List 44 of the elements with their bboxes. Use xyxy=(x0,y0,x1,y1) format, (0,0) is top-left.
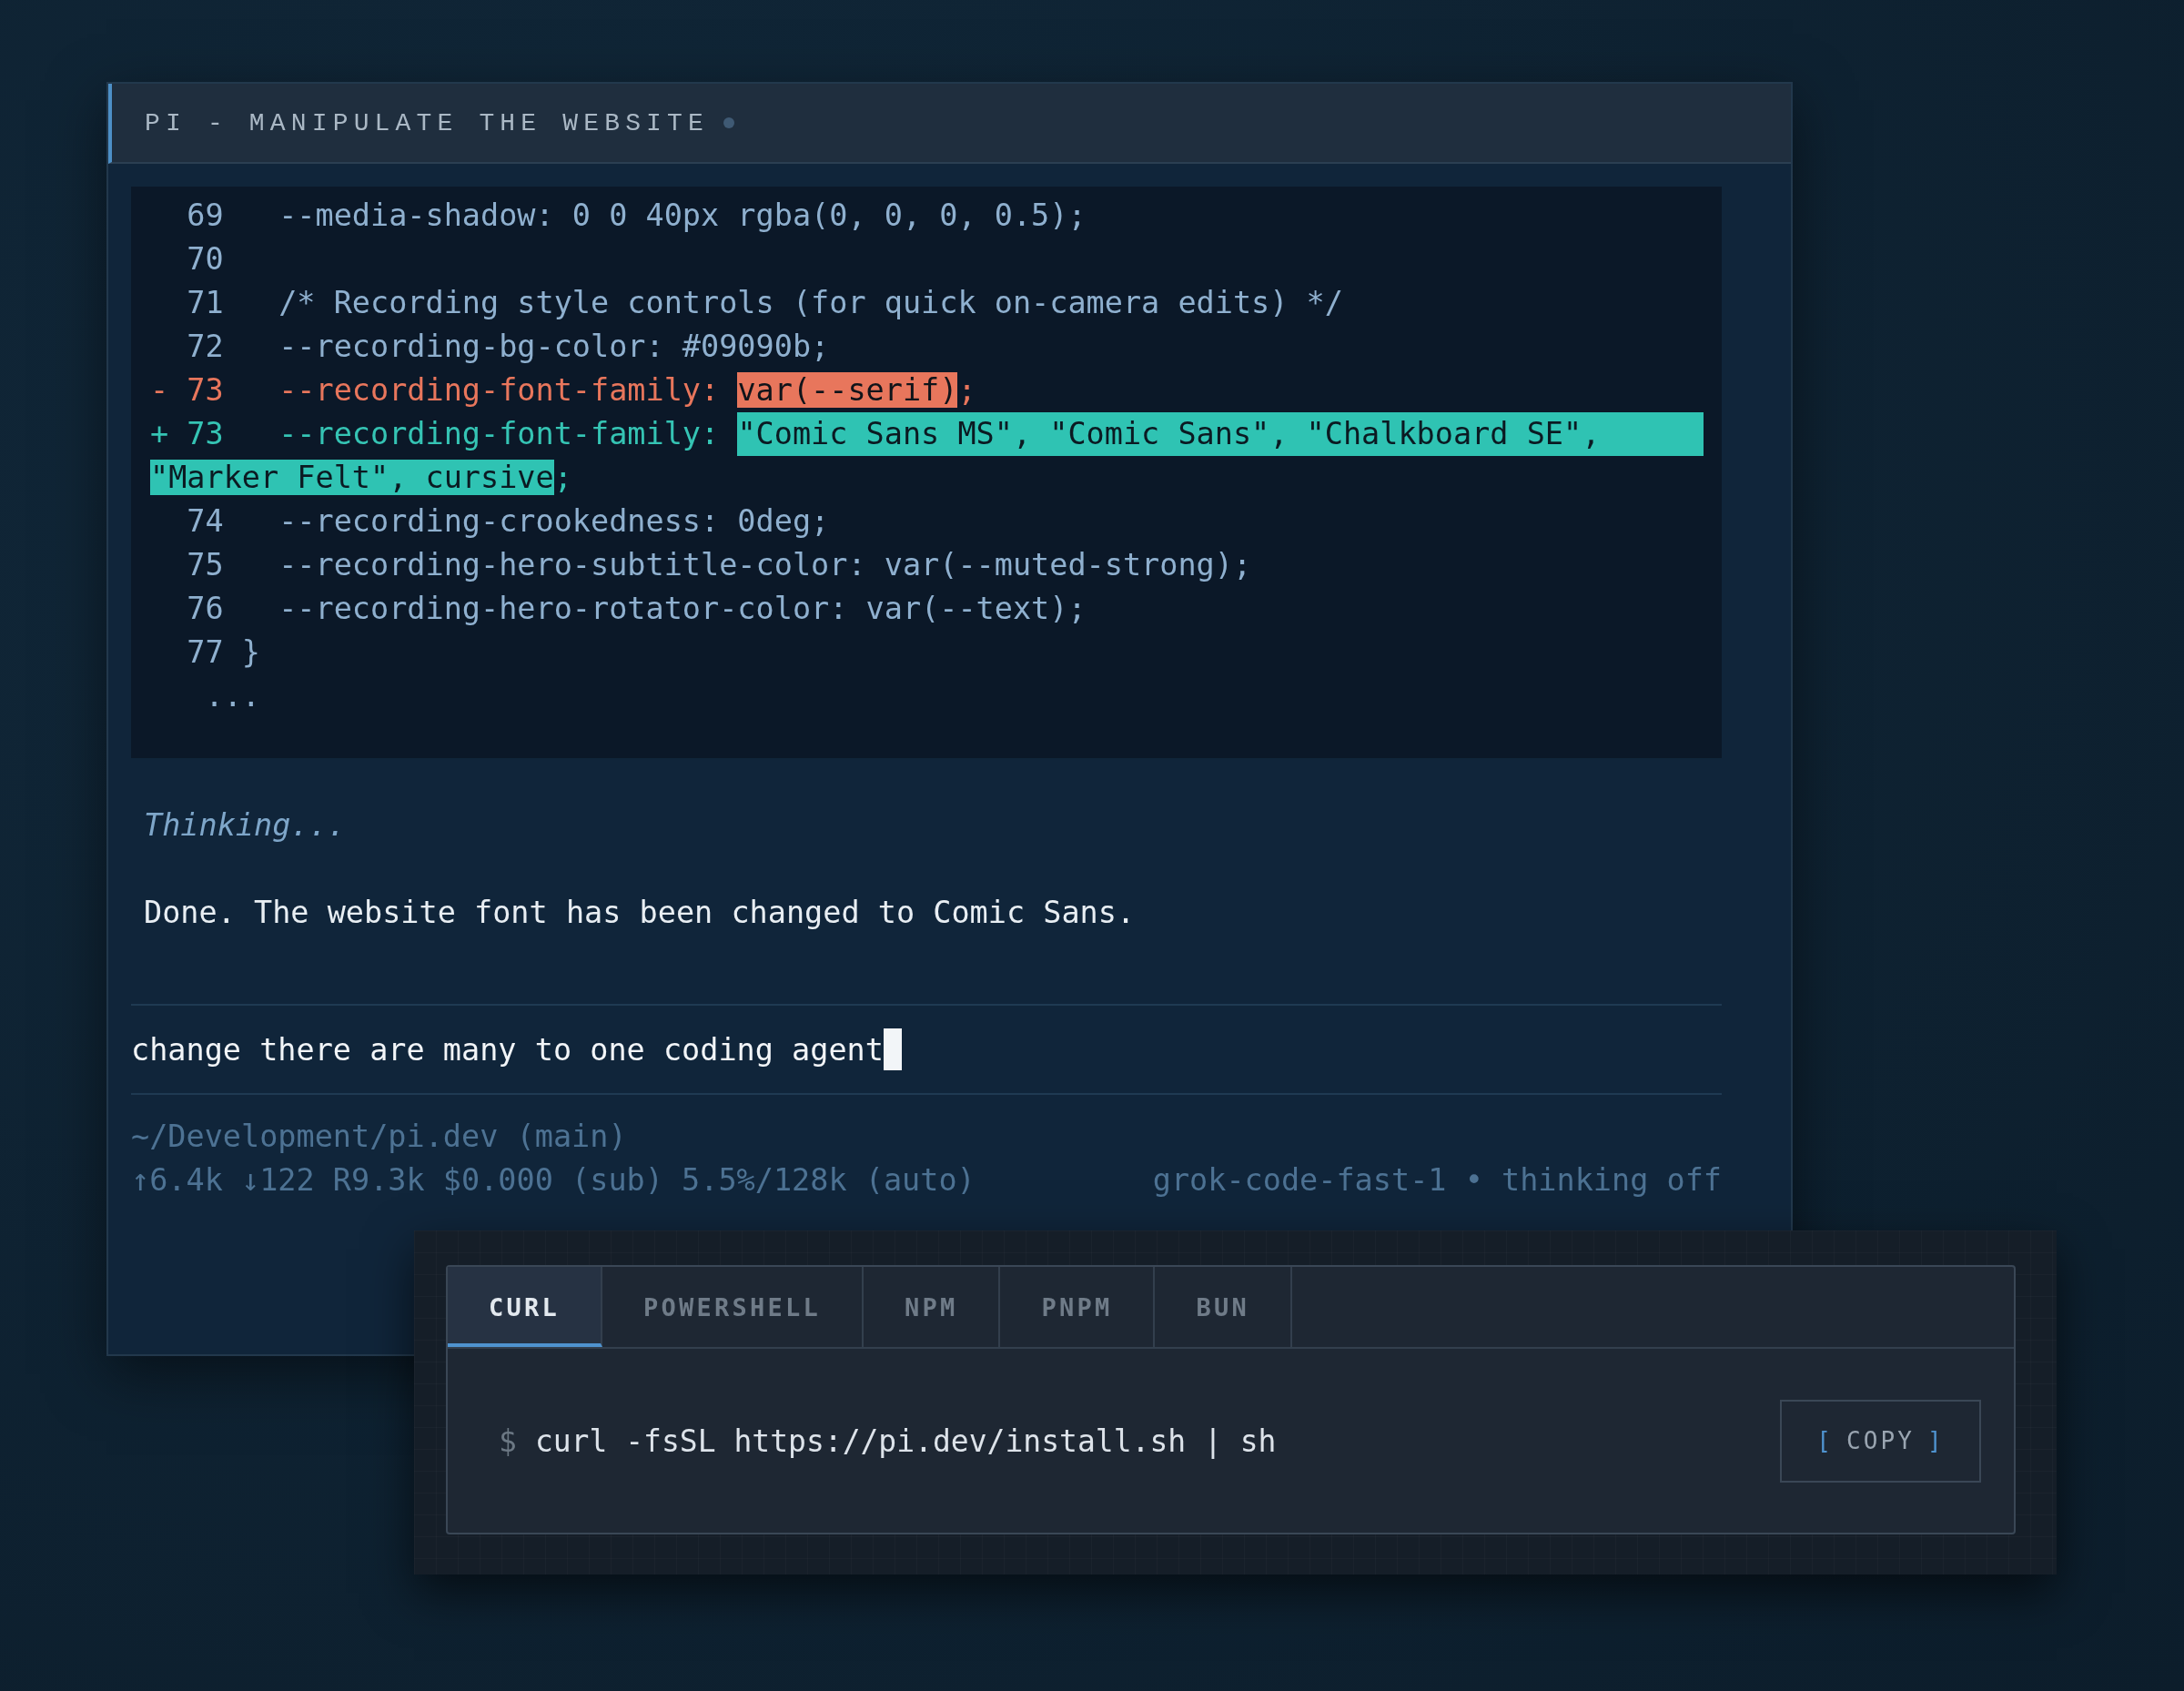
install-tab[interactable]: CURL xyxy=(448,1267,602,1347)
code-text: --media-shadow: 0 0 40px rgba(0, 0, 0, 0.5); xyxy=(278,197,1087,233)
install-tab[interactable]: PNPM xyxy=(1000,1267,1156,1347)
code-text: } xyxy=(241,634,260,670)
code-text: ; xyxy=(957,372,976,408)
prompt-input-field[interactable]: change there are many to one coding agent xyxy=(131,1004,1722,1095)
window-title: PI - MANIPULATE THE WEBSITE xyxy=(145,108,709,137)
install-tab[interactable]: BUN xyxy=(1155,1267,1292,1347)
line-number: 76 xyxy=(187,590,224,628)
line-number: 75 xyxy=(187,546,224,584)
ellipsis-text: ... xyxy=(204,677,261,715)
line-number: 70 xyxy=(187,240,224,278)
diff-sign: + xyxy=(150,415,170,453)
code-text: --recording-font-family: xyxy=(278,372,721,408)
install-tab[interactable]: POWERSHELL xyxy=(602,1267,864,1347)
removed-code: var(--serif) xyxy=(737,372,958,408)
status-dot-icon xyxy=(723,117,734,128)
code-text: ; xyxy=(553,460,572,495)
shell-prompt: $ xyxy=(499,1423,517,1459)
model-status: grok-code-fast-1 • thinking off xyxy=(1152,1161,1722,1200)
line-number: 73 xyxy=(187,371,224,410)
diff-sign: - xyxy=(150,371,170,410)
code-text: --recording-hero-subtitle-color: var(--muted-strong); xyxy=(278,547,1252,582)
code-text: --recording-hero-rotator-color: var(--text); xyxy=(278,591,1087,626)
code-text: /* Recording style controls (for quick on-camera edits) */ xyxy=(278,285,1343,320)
added-code: "Marker Felt", cursive xyxy=(150,460,554,495)
install-command: curl -fsSL https://pi.dev/install.sh | sh xyxy=(534,1423,1277,1459)
line-number: 74 xyxy=(187,502,224,541)
code-text: --recording-font-family: xyxy=(278,415,721,453)
line-number: 73 xyxy=(187,415,224,453)
code-text: --recording-crookedness: 0deg; xyxy=(278,503,830,539)
copy-button[interactable]: [ COPY ] xyxy=(1780,1399,1981,1483)
code-text: --recording-bg-color: #09090b; xyxy=(278,329,830,364)
thinking-text: Thinking... xyxy=(143,806,347,845)
install-tab[interactable]: NPM xyxy=(863,1267,1001,1347)
usage-stats: ↑6.4k ↓122 R9.3k $0.000 (sub) 5.5%/128k (auto) xyxy=(131,1161,976,1200)
text-cursor xyxy=(883,1028,902,1070)
line-number: 77 xyxy=(187,633,224,672)
line-number: 71 xyxy=(187,284,224,322)
response-text: Done. The website font has been changed to Comic Sans. xyxy=(143,894,1137,932)
line-number: 72 xyxy=(187,328,224,366)
project-path: ~/Development/pi.dev (main) xyxy=(131,1118,628,1156)
line-number: 69 xyxy=(187,197,224,235)
added-code: "Comic Sans MS", "Comic Sans", "Chalkboard SE", xyxy=(737,412,1704,456)
